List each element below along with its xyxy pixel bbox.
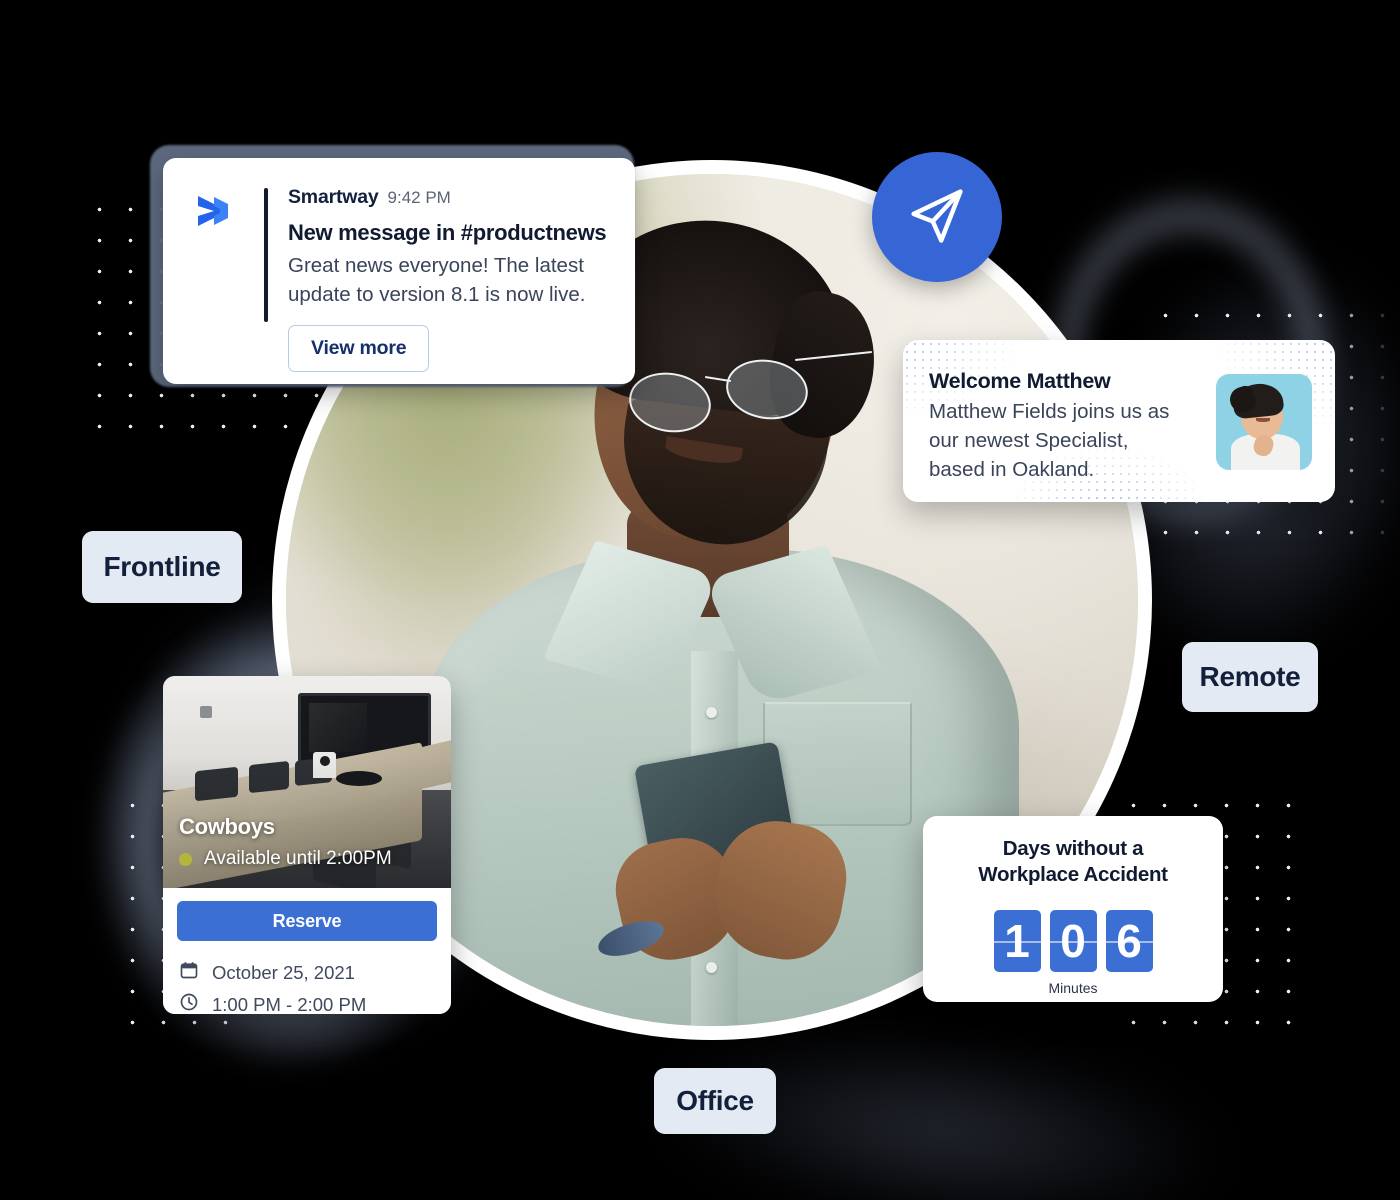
availability-status-dot	[179, 852, 192, 866]
counter-title-line2: Workplace Accident	[978, 862, 1168, 886]
pill-office[interactable]: Office	[654, 1068, 776, 1134]
notification-card-content: Smartway 9:42 PM New message in #product…	[194, 186, 615, 372]
room-date: October 25, 2021	[212, 961, 355, 983]
room-time-row: 1:00 PM - 2:00 PM	[179, 992, 366, 1014]
room-time-range: 1:00 PM - 2:00 PM	[212, 993, 367, 1015]
smartway-chevron-logo-icon	[194, 192, 240, 230]
room-name: Cowboys	[179, 814, 275, 839]
counter-digit: 0	[1049, 910, 1097, 972]
view-more-button[interactable]: View more	[288, 324, 430, 372]
clock-icon	[179, 992, 199, 1014]
notification-body: Smartway 9:42 PM New message in #product…	[288, 186, 615, 372]
room-tv-glare	[308, 703, 368, 753]
composition-stage: Smartway 9:42 PM New message in #product…	[0, 0, 1400, 1200]
counter-title-line1: Days without a	[1002, 837, 1144, 860]
counter-digits: 1 0 6	[923, 910, 1223, 972]
pill-remote[interactable]: Remote	[1182, 642, 1318, 712]
room-wall-outlet	[200, 705, 212, 719]
notification-card[interactable]: Smartway 9:42 PM New message in #product…	[163, 158, 635, 384]
calendar-icon	[179, 960, 199, 985]
notification-message: Great news everyone! The latest update t…	[288, 254, 586, 307]
welcome-card-content: Welcome Matthew Matthew Fields joins us …	[929, 369, 1187, 484]
counter-digit: 6	[1105, 910, 1153, 972]
welcome-card-text: Matthew Fields joins us as our newest Sp…	[929, 400, 1170, 482]
notification-title: New message in #productnews	[288, 220, 607, 245]
room-booking-card[interactable]: Cowboys Available until 2:00PM Reserve O…	[163, 676, 451, 1014]
accident-counter-card[interactable]: Days without a Workplace Accident 1 0 6 …	[923, 816, 1223, 1002]
avatar	[1216, 374, 1312, 470]
send-icon-badge[interactable]	[872, 152, 1002, 282]
avatar-mouth	[1256, 418, 1270, 422]
room-card-footer: Reserve October 25, 2021 1:00 PM - 2:00 …	[163, 888, 451, 1014]
reserve-button[interactable]: Reserve	[177, 901, 437, 941]
shirt-button	[706, 706, 718, 718]
notification-brand: Smartway	[288, 186, 379, 208]
send-paper-plane-icon	[903, 181, 971, 254]
pill-frontline[interactable]: Frontline	[82, 531, 242, 603]
room-photo: Cowboys Available until 2:00PM	[163, 676, 451, 888]
counter-title: Days without a Workplace Accident	[923, 836, 1223, 887]
availability-text: Available until 2:00PM	[204, 848, 392, 869]
notification-header: Smartway 9:42 PM	[288, 186, 615, 209]
counter-unit-label: Minutes	[1048, 980, 1098, 996]
welcome-card-title: Welcome Matthew	[929, 369, 1111, 393]
room-date-row: October 25, 2021	[179, 960, 355, 985]
welcome-card[interactable]: Welcome Matthew Matthew Fields joins us …	[903, 340, 1335, 502]
room-availability: Available until 2:00PM	[179, 848, 392, 870]
notification-accent-bar	[264, 188, 268, 322]
counter-digit: 1	[993, 910, 1041, 972]
notification-timestamp: 9:42 PM	[387, 188, 451, 207]
